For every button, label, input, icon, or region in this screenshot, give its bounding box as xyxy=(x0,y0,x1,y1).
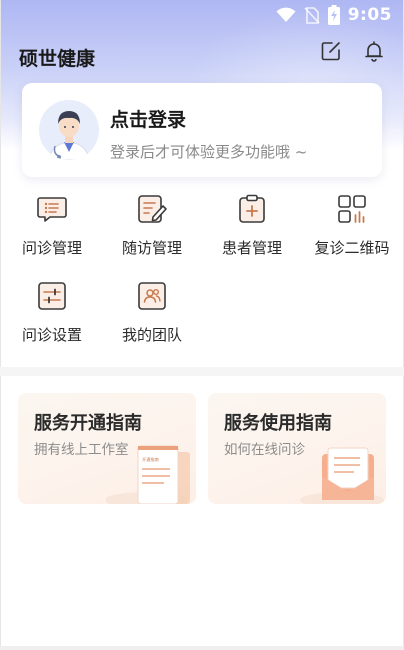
func-label: 问诊设置 xyxy=(21,326,82,344)
page-title: 硕世健康 xyxy=(19,48,96,70)
bell-icon[interactable] xyxy=(363,40,385,62)
func-label: 复诊二维码 xyxy=(314,239,390,257)
no-sim-icon xyxy=(304,6,320,24)
login-card[interactable]: 点击登录 登录后才可体验更多功能哦 ~ xyxy=(22,83,382,177)
guide-subtitle: 如何在线问诊 xyxy=(224,442,305,458)
guide-card-activation[interactable]: 服务开通指南 拥有线上工作室 开通指南 xyxy=(18,393,196,504)
func-label: 患者管理 xyxy=(221,239,282,257)
envelope-illustration-icon xyxy=(300,447,384,504)
chat-list-icon xyxy=(37,197,67,222)
func-consult-settings[interactable]: 问诊设置 xyxy=(2,280,102,350)
status-bar: 9:05 xyxy=(0,0,404,30)
func-label: 问诊管理 xyxy=(21,239,82,257)
clipboard-plus-icon xyxy=(239,194,265,223)
document-illustration-icon: 开通指南 xyxy=(106,445,190,504)
func-consult-manage[interactable]: 问诊管理 xyxy=(2,193,102,263)
login-title: 点击登录 xyxy=(110,109,187,131)
guide-card-usage[interactable]: 服务使用指南 如何在线问诊 xyxy=(208,393,386,504)
func-patient-manage[interactable]: 患者管理 xyxy=(202,193,302,263)
guide-title: 服务使用指南 xyxy=(224,413,332,434)
edit-icon[interactable] xyxy=(320,40,342,62)
login-subtitle: 登录后才可体验更多功能哦 ~ xyxy=(110,143,308,161)
left-edge xyxy=(0,0,1,650)
status-time: 9:05 xyxy=(347,5,392,25)
section-divider xyxy=(0,367,404,376)
guide-badge: 开通指南 xyxy=(142,456,159,463)
func-revisit-qrcode[interactable]: 复诊二维码 xyxy=(302,193,402,263)
doctor-avatar xyxy=(39,100,99,160)
battery-charging-icon xyxy=(327,5,340,25)
func-my-team[interactable]: 我的团队 xyxy=(102,280,202,350)
wifi-icon xyxy=(276,7,296,22)
func-label: 随访管理 xyxy=(121,239,182,257)
guide-title: 服务开通指南 xyxy=(34,413,142,434)
note-edit-icon xyxy=(138,195,167,223)
func-followup-manage[interactable]: 随访管理 xyxy=(102,193,202,263)
sliders-icon xyxy=(38,282,66,310)
team-icon xyxy=(138,282,166,310)
func-label: 我的团队 xyxy=(121,326,182,344)
bottom-edge xyxy=(0,646,404,650)
qrcode-icon xyxy=(338,195,366,223)
